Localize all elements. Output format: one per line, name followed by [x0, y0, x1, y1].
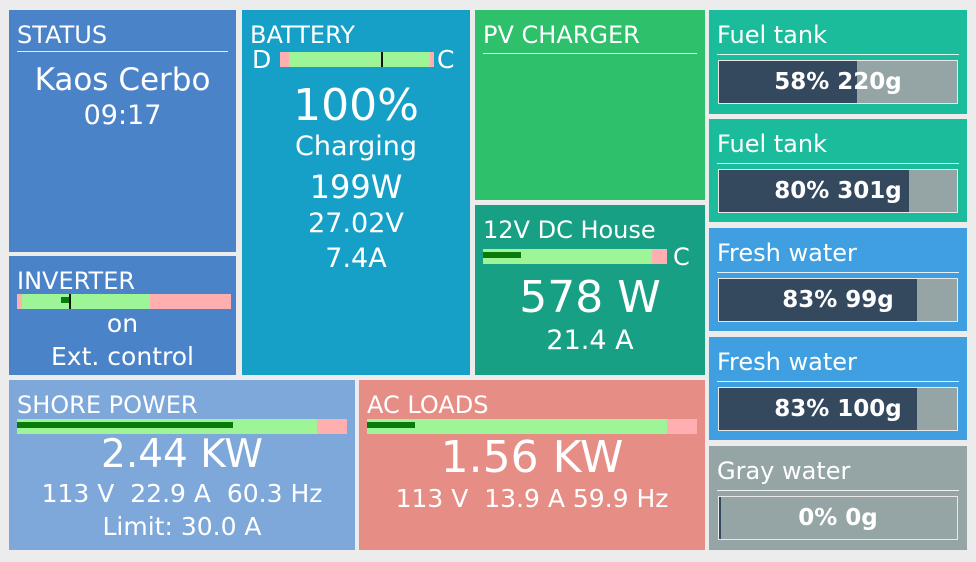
- ac-loads-tile[interactable]: AC LOADS 1.56 KW 113 V 13.9 A 59.9 Hz: [359, 380, 705, 550]
- inverter-mode: Ext. control: [51, 342, 194, 371]
- ac-loads-title: AC LOADS: [367, 391, 489, 419]
- tank-divider: [717, 54, 959, 55]
- tank-level-bar: 0% 0g: [718, 496, 958, 540]
- tank-level-bar: 80% 301g: [718, 169, 958, 213]
- tank-level-bar: 83% 100g: [718, 387, 958, 431]
- tank-reading: 80% 301g: [774, 178, 902, 204]
- dc-house-bar: [483, 249, 667, 264]
- battery-current-bar: [280, 52, 434, 67]
- tank-level-bar: 58% 220g: [718, 60, 958, 104]
- tank-tile[interactable]: Fresh water 83% 99g: [709, 228, 967, 331]
- shore-power-value: 2.44 KW: [101, 432, 263, 477]
- pv-divider: [483, 53, 697, 54]
- battery-voltage: 27.02V: [308, 208, 404, 239]
- inverter-title: INVERTER: [17, 267, 136, 295]
- status-title: STATUS: [17, 21, 108, 49]
- system-name: Kaos Cerbo: [34, 62, 211, 98]
- tank-title: Fresh water: [717, 239, 857, 267]
- status-tile[interactable]: STATUS Kaos Cerbo 09:17: [9, 10, 236, 252]
- tank-reading: 0% 0g: [798, 505, 878, 531]
- tank-tile[interactable]: Fuel tank 80% 301g: [709, 119, 967, 222]
- tank-reading: 83% 100g: [774, 396, 902, 422]
- tank-tile[interactable]: Fuel tank 58% 220g: [709, 10, 967, 114]
- clock-time: 09:17: [83, 100, 162, 131]
- ac-loads-details: 113 V 13.9 A 59.9 Hz: [395, 484, 669, 513]
- status-divider: [17, 51, 228, 52]
- tank-tile[interactable]: Gray water 0% 0g: [709, 446, 967, 550]
- shore-power-details: 113 V 22.9 A 60.3 Hz: [41, 479, 323, 508]
- shore-power-limit: Limit: 30.0 A: [102, 512, 262, 541]
- dc-house-title: 12V DC House: [483, 216, 656, 244]
- pv-charger-tile[interactable]: PV CHARGER: [475, 10, 705, 200]
- tank-divider: [717, 272, 959, 273]
- tank-title: Fuel tank: [717, 21, 827, 49]
- tank-divider: [717, 163, 959, 164]
- battery-current: 7.4A: [325, 243, 387, 274]
- tank-reading: 58% 220g: [774, 69, 902, 95]
- battery-state: Charging: [294, 131, 418, 162]
- tank-reading: 83% 99g: [782, 287, 894, 313]
- tank-level-bar: 83% 99g: [718, 278, 958, 322]
- tank-title: Fresh water: [717, 348, 857, 376]
- dc-house-tile[interactable]: 12V DC House C 578 W 21.4 A: [475, 205, 705, 375]
- inverter-tile[interactable]: INVERTER on Ext. control: [9, 256, 236, 375]
- charge-label: C: [437, 45, 455, 74]
- battery-power: 199W: [309, 168, 403, 206]
- inverter-state: on: [106, 309, 139, 338]
- battery-tile[interactable]: BATTERY D C 100% Charging 199W 27.02V 7.…: [242, 10, 470, 375]
- discharge-label: D: [252, 45, 272, 74]
- shore-power-tile[interactable]: SHORE POWER 2.44 KW 113 V 22.9 A 60.3 Hz…: [9, 380, 355, 550]
- pv-charger-title: PV CHARGER: [483, 21, 640, 49]
- dc-house-power: 578 W: [519, 272, 661, 323]
- tank-title: Fuel tank: [717, 130, 827, 158]
- shore-power-title: SHORE POWER: [17, 391, 198, 419]
- tank-divider: [717, 490, 959, 491]
- battery-soc: 100%: [293, 80, 419, 131]
- dc-house-current: 21.4 A: [546, 325, 634, 356]
- ac-loads-value: 1.56 KW: [440, 432, 624, 483]
- dc-charge-label: C: [673, 243, 690, 271]
- inverter-power-bar: [17, 294, 231, 309]
- tank-divider: [717, 381, 959, 382]
- tank-tile[interactable]: Fresh water 83% 100g: [709, 337, 967, 440]
- tank-title: Gray water: [717, 457, 851, 485]
